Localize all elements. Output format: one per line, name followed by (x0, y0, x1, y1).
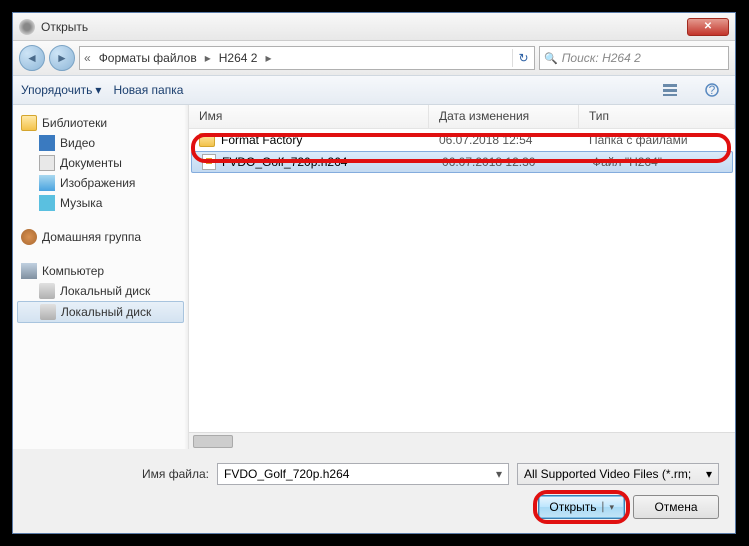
video-icon (39, 135, 55, 151)
split-chevron-icon[interactable]: ▏▾ (603, 502, 614, 513)
document-icon (39, 155, 55, 171)
sidebar: Библиотеки Видео Документы Изображения М… (13, 105, 189, 449)
col-date[interactable]: Дата изменения (429, 105, 579, 128)
address-bar[interactable]: « Форматы файлов ▸ H264 2 ▸ ↻ (79, 46, 535, 70)
sidebar-images[interactable]: Изображения (13, 173, 188, 193)
horizontal-scrollbar[interactable] (189, 432, 735, 449)
image-icon (39, 175, 55, 191)
view-button[interactable] (655, 79, 685, 101)
organize-button[interactable]: Упорядочить ▾ (21, 83, 101, 97)
app-icon (19, 19, 35, 35)
disk-icon (40, 304, 56, 320)
forward-button[interactable]: ► (49, 45, 75, 71)
sidebar-computer[interactable]: Компьютер (13, 261, 188, 281)
file-filter-dropdown[interactable]: All Supported Video Files (*.rm; ▾ (517, 463, 719, 485)
file-pane: Имя Дата изменения Тип Format Factory 06.… (189, 105, 735, 449)
sidebar-music[interactable]: Музыка (13, 193, 188, 213)
file-name: FVDO_Golf_720p.h264 (222, 155, 347, 169)
file-name: Format Factory (221, 133, 302, 147)
back-button[interactable]: ◄ (19, 45, 45, 71)
filename-input[interactable]: FVDO_Golf_720p.h264 ▾ (217, 463, 509, 485)
folder-icon (199, 133, 215, 147)
file-date: 06.07.2018 12:30 (432, 155, 582, 169)
sidebar-libraries[interactable]: Библиотеки (13, 113, 188, 133)
window-title: Открыть (41, 20, 687, 34)
refresh-button[interactable]: ↻ (512, 49, 530, 67)
column-headers: Имя Дата изменения Тип (189, 105, 735, 129)
sidebar-video[interactable]: Видео (13, 133, 188, 153)
file-row[interactable]: Format Factory 06.07.2018 12:54Папка с фа… (189, 129, 735, 151)
toolbar: Упорядочить ▾ Новая папка ? (13, 75, 735, 105)
sidebar-local-disk[interactable]: Локальный диск (17, 301, 184, 323)
disk-icon (39, 283, 55, 299)
chevron-down-icon[interactable]: ▾ (496, 467, 502, 481)
breadcrumb-part[interactable]: Форматы файлов (95, 49, 201, 67)
search-input[interactable]: Поиск: H264 2 (539, 46, 729, 70)
file-row[interactable]: FVDO_Golf_720p.h264 06.07.2018 12:30Файл … (191, 151, 733, 173)
homegroup-icon (21, 229, 37, 245)
nav-bar: ◄ ► « Форматы файлов ▸ H264 2 ▸ ↻ Поиск:… (13, 41, 735, 75)
sidebar-documents[interactable]: Документы (13, 153, 188, 173)
close-button[interactable]: ✕ (687, 18, 729, 36)
dialog-body: Библиотеки Видео Документы Изображения М… (13, 105, 735, 449)
sidebar-homegroup[interactable]: Домашняя группа (13, 227, 188, 247)
breadcrumb-part[interactable]: H264 2 (215, 49, 262, 67)
file-type: Файл "H264" (582, 155, 732, 169)
chevron-left-icon: « (84, 51, 91, 65)
library-icon (21, 115, 37, 131)
col-name[interactable]: Имя (189, 105, 429, 128)
footer: Имя файла: FVDO_Golf_720p.h264 ▾ All Sup… (13, 449, 735, 533)
col-type[interactable]: Тип (579, 105, 735, 128)
file-list[interactable]: Format Factory 06.07.2018 12:54Папка с фа… (189, 129, 735, 432)
music-icon (39, 195, 55, 211)
cancel-button[interactable]: Отмена (633, 495, 719, 519)
titlebar: Открыть ✕ (13, 13, 735, 41)
file-icon (202, 154, 216, 170)
file-date: 06.07.2018 12:54 (429, 133, 579, 147)
filter-text: All Supported Video Files (*.rm; (524, 467, 691, 481)
computer-icon (21, 263, 37, 279)
filename-value: FVDO_Golf_720p.h264 (224, 467, 349, 481)
search-placeholder: Поиск: H264 2 (562, 51, 641, 65)
sidebar-local-disk[interactable]: Локальный диск (13, 281, 188, 301)
help-button[interactable]: ? (697, 79, 727, 101)
new-folder-button[interactable]: Новая папка (113, 83, 183, 97)
chevron-right-icon: ▸ (265, 51, 271, 65)
svg-text:?: ? (709, 83, 716, 97)
chevron-down-icon: ▾ (706, 467, 712, 481)
scrollbar-thumb[interactable] (193, 435, 233, 448)
open-file-dialog: Открыть ✕ ◄ ► « Форматы файлов ▸ H264 2 … (12, 12, 736, 534)
file-type: Папка с файлами (579, 133, 735, 147)
open-button[interactable]: Открыть▏▾ (538, 495, 625, 519)
chevron-down-icon: ▾ (95, 83, 101, 97)
chevron-right-icon: ▸ (205, 51, 211, 65)
filename-label: Имя файла: (29, 467, 209, 481)
